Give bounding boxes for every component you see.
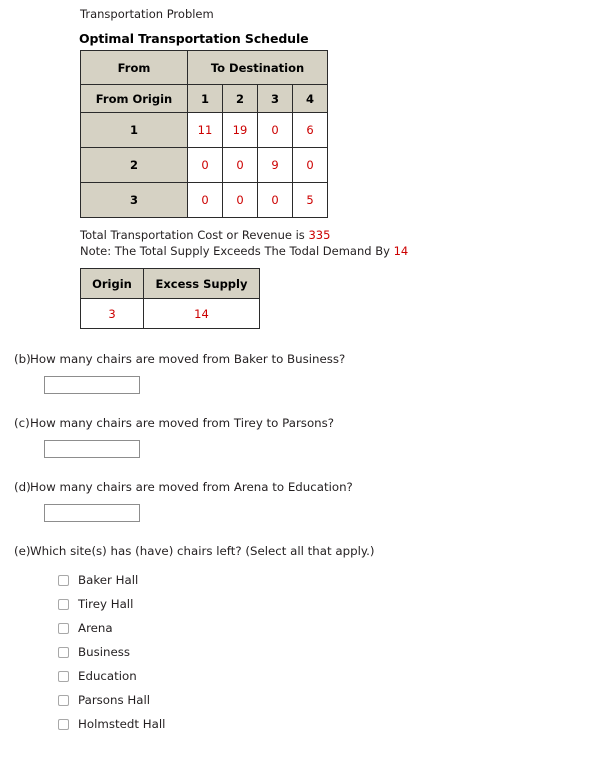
excess-supply-section: Origin Excess Supply 3 14 bbox=[80, 268, 608, 329]
checkbox-icon[interactable] bbox=[58, 718, 69, 730]
checkbox-label: Tirey Hall bbox=[78, 597, 134, 611]
question-b-text: How many chairs are moved from Baker to … bbox=[30, 352, 346, 366]
from-origin-header: From Origin bbox=[80, 84, 188, 113]
checkbox-label: Business bbox=[78, 645, 131, 659]
to-destination-header: To Destination bbox=[187, 50, 328, 85]
checkbox-label: Baker Hall bbox=[78, 573, 139, 587]
question-c-answer-row bbox=[0, 438, 608, 458]
question-e-label: (e) bbox=[14, 544, 31, 558]
shipment-cell: 0 bbox=[222, 147, 258, 183]
question-c-label: (c) bbox=[14, 416, 30, 430]
destination-label-4: 4 bbox=[292, 84, 328, 113]
checkbox-icon[interactable] bbox=[58, 622, 69, 634]
problem-title: Transportation Problem bbox=[80, 7, 214, 21]
origin-label: 3 bbox=[80, 182, 188, 218]
table-subheader-row: From Origin 1 2 3 4 bbox=[80, 84, 328, 113]
shipment-cell: 11 bbox=[187, 112, 223, 148]
question-d-answer-row bbox=[0, 502, 608, 522]
checkbox-option-education[interactable]: Education bbox=[58, 664, 608, 688]
checkbox-option-parsons-hall[interactable]: Parsons Hall bbox=[58, 688, 608, 712]
checkbox-label: Education bbox=[78, 669, 137, 683]
question-b-answer-row bbox=[0, 374, 608, 394]
destination-label-1: 1 bbox=[187, 84, 223, 113]
checkbox-options-list: Baker Hall Tirey Hall Arena Business Edu… bbox=[0, 568, 608, 736]
shipment-cell: 0 bbox=[257, 182, 293, 218]
excess-note-label: Note: The Total Supply Exceeds The Todal… bbox=[80, 243, 390, 258]
table-header-row: Origin Excess Supply bbox=[80, 268, 260, 299]
totals-summary: Total Transportation Cost or Revenue is … bbox=[80, 228, 608, 259]
checkbox-icon[interactable] bbox=[58, 574, 69, 586]
shipment-cell: 0 bbox=[257, 112, 293, 148]
question-d: (d) How many chairs are moved from Arena… bbox=[0, 480, 608, 522]
answer-input-c[interactable] bbox=[44, 440, 140, 458]
checkbox-option-business[interactable]: Business bbox=[58, 640, 608, 664]
checkbox-option-arena[interactable]: Arena bbox=[58, 616, 608, 640]
answer-input-b[interactable] bbox=[44, 376, 140, 394]
total-cost-label: Total Transportation Cost or Revenue is bbox=[80, 228, 305, 242]
question-e-prompt: (e) Which site(s) has (have) chairs left… bbox=[0, 544, 608, 559]
questions-section: (b) How many chairs are moved from Baker… bbox=[0, 352, 608, 736]
question-c: (c) How many chairs are moved from Tirey… bbox=[0, 416, 608, 458]
question-b: (b) How many chairs are moved from Baker… bbox=[0, 352, 608, 394]
shipment-cell: 6 bbox=[292, 112, 328, 148]
question-d-text: How many chairs are moved from Arena to … bbox=[30, 480, 353, 494]
checkbox-label: Arena bbox=[78, 621, 113, 635]
question-b-prompt: (b) How many chairs are moved from Baker… bbox=[0, 352, 608, 367]
shipment-cell: 19 bbox=[222, 112, 258, 148]
shipment-cell: 5 bbox=[292, 182, 328, 218]
shipment-cell: 9 bbox=[257, 147, 293, 183]
origin-label: 2 bbox=[80, 147, 188, 183]
table-row: 3 0 0 0 5 bbox=[80, 182, 328, 218]
question-c-text: How many chairs are moved from Tirey to … bbox=[30, 416, 335, 430]
excess-note-value: 14 bbox=[393, 243, 409, 258]
destination-label-3: 3 bbox=[257, 84, 293, 113]
shipment-cell: 0 bbox=[187, 182, 223, 218]
checkbox-option-baker-hall[interactable]: Baker Hall bbox=[58, 568, 608, 592]
solver-output-block: Transportation Problem Optimal Transport… bbox=[0, 0, 608, 329]
question-b-label: (b) bbox=[14, 352, 31, 366]
checkbox-option-holmstedt-hall[interactable]: Holmstedt Hall bbox=[58, 712, 608, 736]
checkbox-icon[interactable] bbox=[58, 646, 69, 658]
question-d-label: (d) bbox=[14, 480, 31, 494]
schedule-heading: Optimal Transportation Schedule bbox=[79, 31, 309, 46]
checkbox-icon[interactable] bbox=[58, 670, 69, 682]
shipment-cell: 0 bbox=[222, 182, 258, 218]
total-cost-value: 335 bbox=[308, 228, 331, 242]
question-c-prompt: (c) How many chairs are moved from Tirey… bbox=[0, 416, 608, 431]
excess-supply-value: 14 bbox=[143, 298, 260, 329]
question-d-prompt: (d) How many chairs are moved from Arena… bbox=[0, 480, 608, 495]
answer-input-d[interactable] bbox=[44, 504, 140, 522]
table-row: 2 0 0 9 0 bbox=[80, 147, 328, 183]
excess-origin-header: Origin bbox=[80, 268, 144, 299]
checkbox-label: Parsons Hall bbox=[78, 693, 151, 707]
total-cost-line: Total Transportation Cost or Revenue is … bbox=[80, 228, 608, 244]
checkbox-icon[interactable] bbox=[58, 694, 69, 706]
shipment-cell: 0 bbox=[292, 147, 328, 183]
question-e: (e) Which site(s) has (have) chairs left… bbox=[0, 544, 608, 736]
checkbox-option-tirey-hall[interactable]: Tirey Hall bbox=[58, 592, 608, 616]
table-row: 1 11 19 0 6 bbox=[80, 112, 328, 148]
checkbox-label: Holmstedt Hall bbox=[78, 717, 166, 731]
shipment-cell: 0 bbox=[187, 147, 223, 183]
table-header-row: From To Destination bbox=[80, 50, 328, 85]
excess-supply-table: Origin Excess Supply 3 14 bbox=[80, 268, 260, 329]
checkbox-icon[interactable] bbox=[58, 598, 69, 610]
origin-label: 1 bbox=[80, 112, 188, 148]
optimal-schedule-table: From To Destination From Origin 1 2 3 4 … bbox=[80, 50, 328, 218]
excess-origin-value: 3 bbox=[80, 298, 144, 329]
excess-supply-header: Excess Supply bbox=[143, 268, 260, 299]
table-row: 3 14 bbox=[80, 298, 260, 329]
excess-note-line: Note: The Total Supply Exceeds The Todal… bbox=[80, 244, 608, 260]
question-e-text: Which site(s) has (have) chairs left? (S… bbox=[30, 544, 375, 558]
destination-label-2: 2 bbox=[222, 84, 258, 113]
from-header: From bbox=[80, 50, 188, 85]
